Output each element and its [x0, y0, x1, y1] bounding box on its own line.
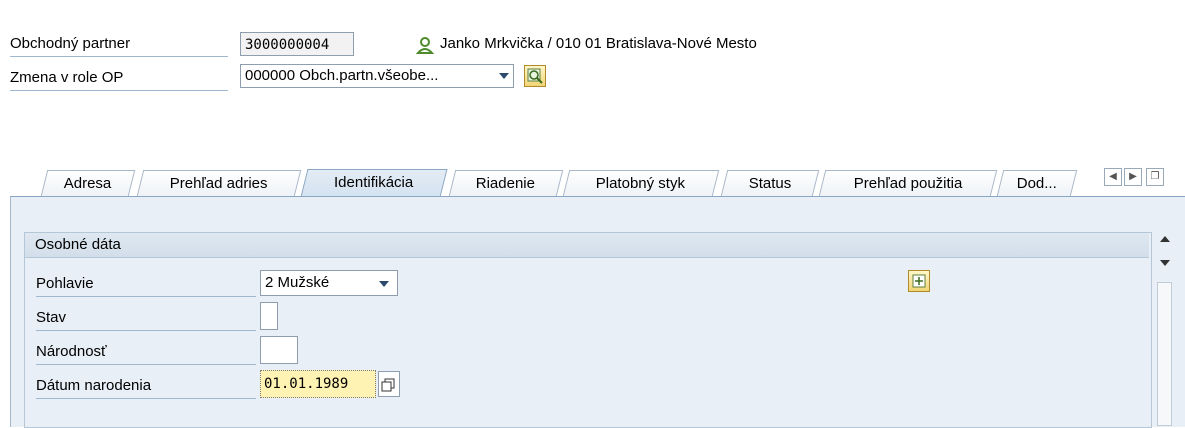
tab-riadenie[interactable]: Riadenie: [448, 170, 564, 196]
role-dropdown[interactable]: 000000 Obch.partn.všeobe...: [240, 64, 514, 88]
tab-identifikacia[interactable]: Identifikácia: [300, 169, 448, 197]
group-title: Osobné dáta: [25, 233, 1149, 258]
scroll-track[interactable]: [1157, 282, 1172, 426]
marital-status-input[interactable]: [260, 302, 278, 330]
tab-list-icon[interactable]: ❐: [1146, 168, 1164, 186]
calendar-button[interactable]: [378, 371, 400, 397]
scroll-down-icon[interactable]: [1160, 260, 1170, 266]
tab-adresa[interactable]: Adresa: [40, 170, 136, 196]
tab-status[interactable]: Status: [720, 170, 820, 196]
tab-strip: Adresa Prehľad adries Identifikácia Riad…: [0, 160, 1185, 197]
vertical-scrollbar[interactable]: [1155, 230, 1175, 426]
chevron-down-icon: [499, 73, 509, 79]
search-icon: [527, 68, 543, 84]
gender-dropdown-value: 2 Mužské: [265, 274, 330, 291]
nationality-input[interactable]: [260, 336, 298, 364]
search-button[interactable]: [524, 65, 546, 87]
tab-dod[interactable]: Dod...: [996, 170, 1078, 196]
chevron-down-icon: [379, 281, 389, 287]
gender-dropdown[interactable]: 2 Mužské: [260, 270, 398, 296]
tab-scroll-right-icon[interactable]: ▶: [1124, 168, 1142, 186]
expand-icon: [912, 274, 926, 288]
partner-label: Obchodný partner: [10, 32, 228, 57]
tab-scroll-left-icon[interactable]: ◀: [1104, 168, 1122, 186]
role-dropdown-value: 000000 Obch.partn.všeobe...: [245, 67, 439, 84]
birthdate-label: Dátum narodenia: [36, 372, 256, 399]
scroll-up-icon[interactable]: [1160, 236, 1170, 242]
tab-prehlad-adries[interactable]: Prehľad adries: [136, 170, 302, 196]
gender-label: Pohlavie: [36, 270, 256, 297]
partner-id-field[interactable]: 3000000004: [240, 32, 354, 56]
partner-description: Janko Mrkvička / 010 01 Bratislava-Nové …: [440, 35, 757, 52]
person-icon: [416, 37, 434, 54]
tab-prehlad-pouzitia[interactable]: Prehľad použitia: [818, 170, 998, 196]
expand-button[interactable]: [908, 270, 930, 292]
birthdate-input[interactable]: 01.01.1989: [260, 370, 376, 398]
marital-status-label: Stav: [36, 304, 256, 331]
nationality-label: Národnosť: [36, 338, 256, 365]
calendar-icon: [381, 378, 395, 392]
role-label: Zmena v role OP: [10, 66, 228, 91]
tab-platobny-styk[interactable]: Platobný styk: [562, 170, 720, 196]
